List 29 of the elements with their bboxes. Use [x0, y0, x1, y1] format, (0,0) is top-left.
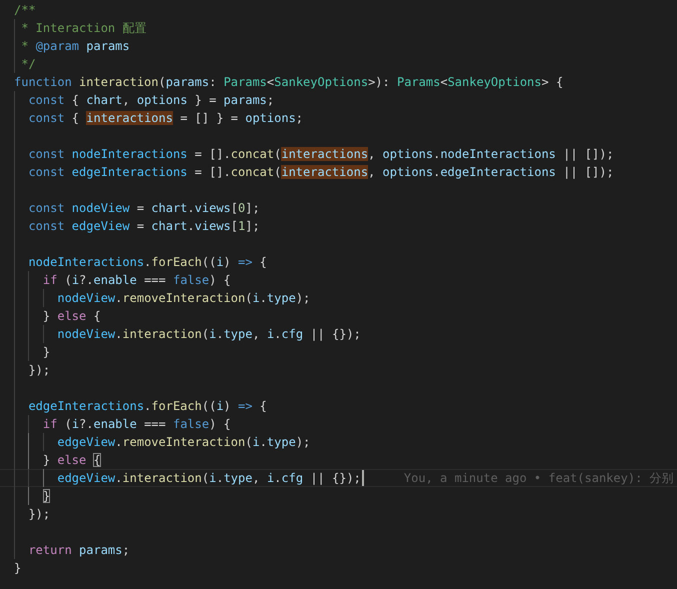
code-line: const nodeInteractions = [].concat(interactions, options.nodeInteractions || []);	[27, 146, 614, 163]
code-line: });	[27, 506, 50, 523]
code-line: edgeView.interaction(i.type, i.cfg || {});	[56, 470, 361, 487]
code-line: edgeInteractions.forEach((i) => {	[27, 398, 267, 415]
text-cursor	[362, 470, 364, 486]
code-line: nodeView.interaction(i.type, i.cfg || {});	[56, 326, 361, 343]
code-line: const { interactions = [] } = options;	[27, 110, 304, 127]
code-line: const nodeView = chart.views[0];	[27, 200, 260, 217]
code-line: const edgeInteractions = [].concat(interactions, options.edgeInteractions || []);	[27, 164, 614, 181]
code-line: }	[42, 488, 50, 505]
code-line: /**	[14, 2, 36, 19]
code-line: */	[20, 56, 36, 73]
code-line: } else {	[42, 308, 101, 325]
code-line: return params;	[27, 542, 130, 559]
code-line: nodeInteractions.forEach((i) => {	[27, 254, 267, 271]
code-line: const edgeView = chart.views[1];	[27, 218, 260, 235]
code-line: nodeView.removeInteraction(i.type);	[56, 290, 310, 307]
code-line: const { chart, options } = params;	[27, 92, 274, 109]
code-line: edgeView.removeInteraction(i.type);	[56, 434, 310, 451]
code-line: }	[42, 344, 50, 361]
code-line: });	[27, 362, 50, 379]
blame-annotation: You, a minute ago • feat(sankey): 分别	[404, 470, 674, 487]
code-line: * @param params	[20, 38, 130, 55]
code-line: } else {	[42, 452, 101, 469]
code-line: * Interaction 配置	[20, 20, 146, 37]
code-line: function interaction(params: Params<SankeyOptions>): Params<SankeyOptions> {	[14, 74, 564, 91]
code-line: if (i?.enable === false) {	[42, 416, 231, 433]
code-line: }	[14, 560, 22, 577]
code-line: if (i?.enable === false) {	[42, 272, 231, 289]
